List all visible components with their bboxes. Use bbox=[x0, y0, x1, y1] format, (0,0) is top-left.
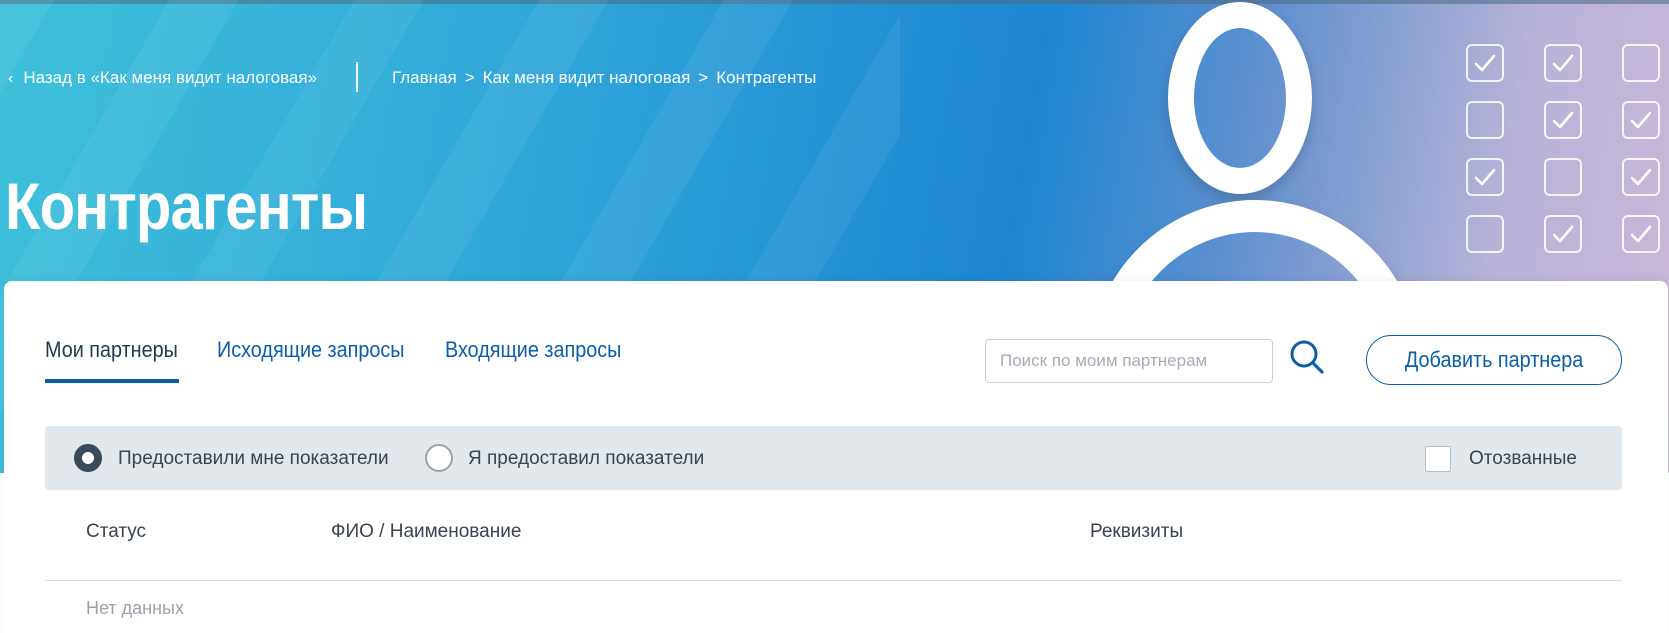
breadcrumb: Главная > Как меня видит налоговая > Контраг… bbox=[392, 68, 816, 88]
radio-label-i-provided[interactable]: Я предоставил показатели bbox=[468, 448, 704, 470]
checked-box-icon bbox=[1544, 101, 1582, 139]
radio-label-provided-to-me[interactable]: Предоставили мне показатели bbox=[118, 448, 389, 470]
active-tab-indicator bbox=[45, 379, 179, 383]
tab-incoming-requests[interactable]: Входящие запросы bbox=[445, 337, 621, 363]
checked-box-icon bbox=[1544, 215, 1582, 253]
breadcrumb-item-current: Контрагенты bbox=[716, 68, 817, 87]
page-title: Контрагенты bbox=[5, 169, 368, 243]
content-card: Мои партнеры Исходящие запросы Входящие … bbox=[4, 281, 1668, 633]
breadcrumb-item-tax[interactable]: Как меня видит налоговая bbox=[483, 68, 691, 87]
checkmark-icon bbox=[1630, 225, 1652, 243]
add-partner-label: Добавить партнера bbox=[1404, 347, 1584, 372]
person-icon-head bbox=[1168, 2, 1312, 194]
checked-box-icon bbox=[1466, 44, 1504, 82]
radio-provided-to-me[interactable] bbox=[74, 444, 102, 472]
checked-box-icon bbox=[1466, 158, 1504, 196]
checked-box-icon bbox=[1622, 101, 1660, 139]
empty-state-text: Нет данных bbox=[86, 598, 184, 618]
checkmark-icon bbox=[1630, 111, 1652, 129]
checkmark-icon bbox=[1474, 54, 1496, 72]
chevron-left-icon: ‹ bbox=[8, 70, 14, 87]
revoked-checkbox-label[interactable]: Отозванные bbox=[1469, 448, 1577, 470]
column-header-details: Реквизиты bbox=[1090, 521, 1184, 542]
add-partner-button[interactable]: Добавить партнера bbox=[1366, 335, 1622, 385]
header-separator bbox=[356, 62, 358, 92]
column-header-name: ФИО / Наименование bbox=[331, 521, 522, 542]
empty-box-icon bbox=[1544, 158, 1582, 196]
breadcrumb-item-home[interactable]: Главная bbox=[392, 68, 457, 87]
tab-my-partners[interactable]: Мои партнеры bbox=[45, 337, 178, 363]
filter-bar: Предоставили мне показатели Я предостави… bbox=[45, 426, 1622, 490]
breadcrumb-separator: > bbox=[464, 68, 475, 87]
checkmark-icon bbox=[1474, 168, 1496, 186]
checkmark-icon bbox=[1552, 54, 1574, 72]
checkmark-icon bbox=[1552, 225, 1574, 243]
checked-box-icon bbox=[1544, 44, 1582, 82]
column-header-status: Статус bbox=[86, 521, 147, 542]
empty-box-icon bbox=[1622, 44, 1660, 82]
checkmark-icon bbox=[1552, 111, 1574, 129]
empty-box-icon bbox=[1466, 215, 1504, 253]
checkmark-icon bbox=[1630, 168, 1652, 186]
back-link-label: Назад в «Как меня видит налоговая» bbox=[23, 68, 318, 87]
checked-box-icon bbox=[1622, 158, 1660, 196]
search-input[interactable] bbox=[985, 339, 1273, 383]
breadcrumb-separator: > bbox=[698, 68, 709, 87]
radio-i-provided[interactable] bbox=[425, 444, 453, 472]
back-link[interactable]: ‹ Назад в «Как меня видит налоговая» bbox=[8, 68, 317, 88]
table-divider bbox=[45, 580, 1622, 581]
search-icon[interactable] bbox=[1287, 337, 1327, 377]
revoked-checkbox[interactable] bbox=[1425, 446, 1451, 472]
empty-box-icon bbox=[1466, 101, 1504, 139]
tab-outgoing-requests[interactable]: Исходящие запросы bbox=[217, 337, 404, 363]
checked-box-icon bbox=[1622, 215, 1660, 253]
